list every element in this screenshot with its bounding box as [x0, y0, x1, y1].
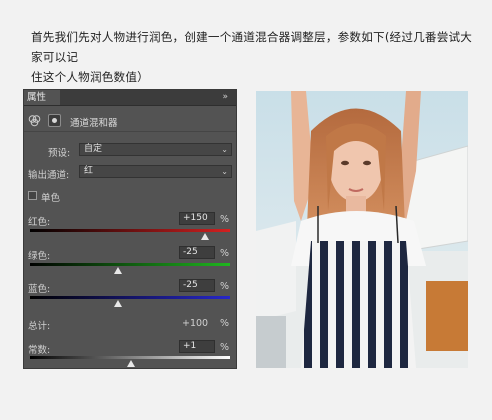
layer-mask-icon[interactable] — [48, 114, 61, 127]
chevron-down-icon: ⌄ — [221, 145, 228, 154]
panel-tab-bar: 属性 » — [24, 90, 236, 106]
model-photo-illustration — [256, 91, 468, 368]
chevron-down-icon: ⌄ — [221, 167, 228, 176]
green-percent-unit: % — [220, 248, 230, 259]
green-slider-label: 绿色: — [28, 251, 51, 262]
channel-mixer-icon — [28, 115, 41, 127]
total-value: +100 — [182, 318, 209, 329]
model-photo — [256, 91, 468, 368]
instruction-caption: 首先我们先对人物进行润色，创建一个通道混合器调整层，参数如下(经过几番尝试大家可… — [31, 27, 479, 87]
monochrome-checkbox[interactable] — [28, 191, 37, 200]
constant-slider-track[interactable] — [30, 356, 230, 359]
red-value-input[interactable]: +150 — [179, 212, 215, 225]
total-label: 总计: — [28, 321, 51, 332]
constant-value-input[interactable]: +1 — [179, 340, 215, 353]
blue-slider-label: 蓝色: — [28, 284, 51, 295]
red-percent-unit: % — [220, 214, 230, 225]
preset-label: 预设: — [48, 148, 71, 159]
output-channel-dropdown[interactable]: 红 ⌄ — [79, 165, 232, 178]
properties-panel: 属性 » 通道混和器 预设: 自定 ⌄ 输出通道: 红 ⌄ 单色 红色: +15… — [23, 89, 237, 369]
adjustment-header: 通道混和器 — [24, 111, 236, 132]
adjustment-title: 通道混和器 — [70, 118, 118, 129]
constant-slider-label: 常数: — [28, 345, 51, 356]
constant-percent-unit: % — [220, 342, 230, 353]
blue-slider-thumb[interactable] — [113, 300, 122, 307]
red-slider-thumb[interactable] — [201, 233, 209, 240]
red-slider-track[interactable] — [30, 229, 230, 232]
constant-slider-thumb[interactable] — [127, 360, 135, 367]
red-slider-label: 红色: — [28, 217, 51, 228]
blue-slider-track[interactable] — [30, 296, 230, 299]
green-slider-thumb[interactable] — [113, 267, 122, 274]
total-percent-unit: % — [220, 318, 230, 329]
blue-value-input[interactable]: -25 — [179, 279, 215, 292]
monochrome-label: 单色 — [41, 193, 61, 204]
output-channel-label: 输出通道: — [28, 170, 70, 181]
green-slider-track[interactable] — [30, 263, 230, 266]
caption-line-2: 住这个人物润色数值） — [31, 70, 149, 84]
tab-properties[interactable]: 属性 — [24, 90, 60, 105]
green-value-input[interactable]: -25 — [179, 246, 215, 259]
blue-percent-unit: % — [220, 281, 230, 292]
preset-value: 自定 — [84, 144, 103, 154]
collapse-panel-icon[interactable]: » — [222, 90, 228, 104]
caption-line-1: 首先我们先对人物进行润色，创建一个通道混合器调整层，参数如下(经过几番尝试大家可… — [31, 30, 473, 64]
preset-dropdown[interactable]: 自定 ⌄ — [79, 143, 232, 156]
output-channel-value: 红 — [84, 166, 94, 176]
